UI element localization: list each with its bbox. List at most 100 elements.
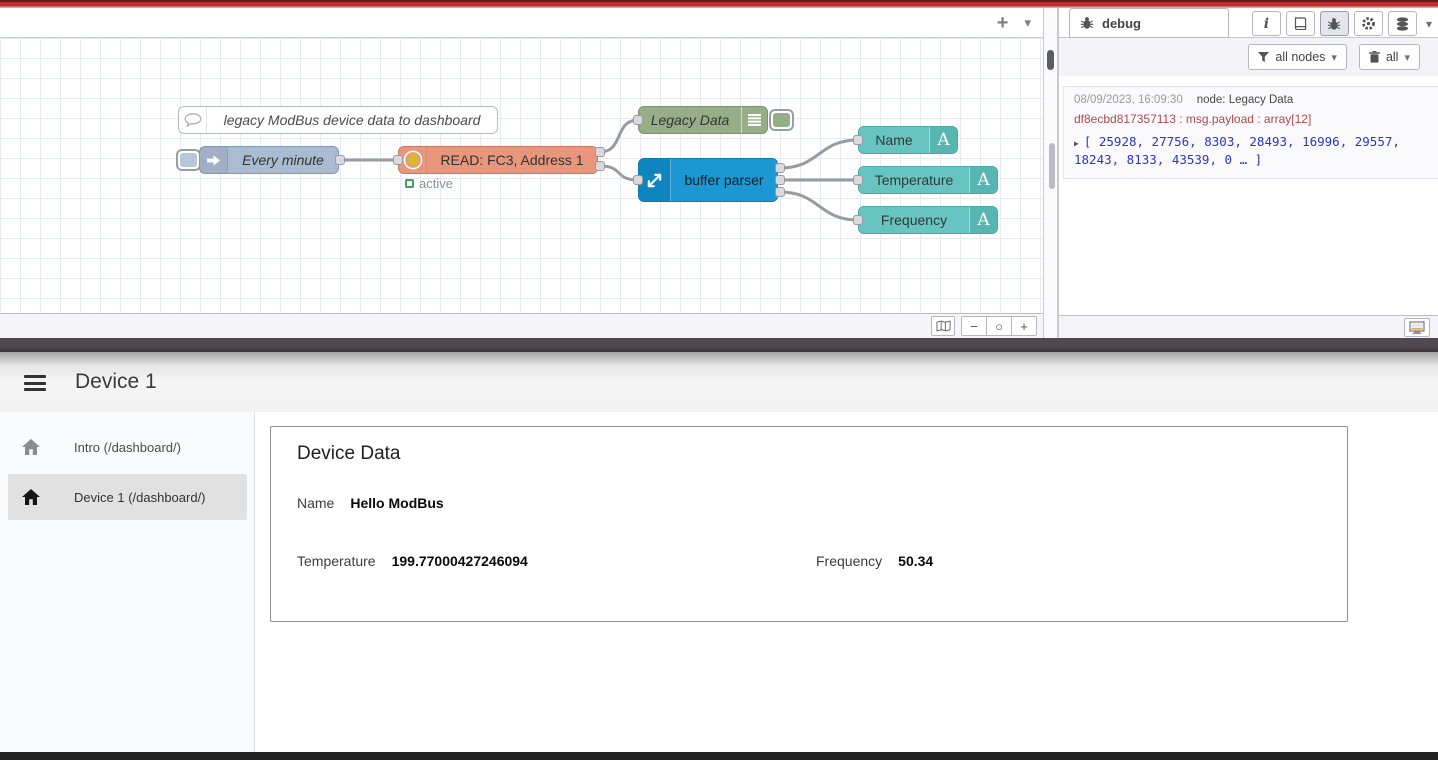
- inject-button-face: [180, 153, 197, 167]
- input-port[interactable]: [853, 135, 863, 145]
- clear-messages-button[interactable]: all ▾: [1359, 44, 1420, 70]
- input-port[interactable]: [853, 215, 863, 225]
- status-green-square-icon: [405, 179, 414, 188]
- filter-nodes-button[interactable]: all nodes ▾: [1248, 44, 1347, 70]
- input-port[interactable]: [633, 115, 643, 125]
- modbus-read-node[interactable]: READ: FC3, Address 1: [398, 146, 598, 174]
- field-frequency: Frequency 50.34: [816, 553, 933, 569]
- input-port[interactable]: [853, 175, 863, 185]
- expand-arrows-icon: [639, 159, 671, 201]
- sidebar-item-intro[interactable]: Intro (/dashboard/): [8, 424, 247, 470]
- hamburger-menu-icon[interactable]: [24, 375, 46, 391]
- info-icon: i: [1264, 16, 1269, 32]
- comment-node[interactable]: legacy ModBus device data to dashboard: [178, 106, 498, 134]
- canvas-scrollbar-thumb[interactable]: [1047, 50, 1054, 70]
- debug-message-list[interactable]: 08/09/2023, 16:09:30 node: Legacy Data d…: [1059, 76, 1438, 315]
- input-port[interactable]: [633, 175, 643, 185]
- message-payload: ▶ [ 25928, 27756, 8303, 28493, 16996, 295…: [1074, 133, 1429, 169]
- payload-line-1: [ 25928, 27756, 8303, 28493, 16996, 2955…: [1084, 134, 1400, 149]
- inject-button[interactable]: [176, 149, 201, 171]
- tab-debug[interactable]: debug: [1069, 8, 1229, 38]
- dashboard-header: Device 1: [0, 352, 1438, 412]
- wire-parser-to-name[interactable]: [780, 140, 858, 168]
- navigator-map-button[interactable]: [931, 316, 955, 336]
- comment-bubble-icon: [179, 107, 207, 133]
- editor-footer: − ○ +: [0, 313, 1043, 338]
- output-port[interactable]: [775, 175, 785, 185]
- ui-text-node-frequency[interactable]: Frequency A: [858, 206, 998, 234]
- zoom-controls: − ○ +: [961, 316, 1037, 336]
- wire-parser-to-frequency[interactable]: [780, 192, 858, 220]
- flow-canvas[interactable]: legacy ModBus device data to dashboard E…: [0, 38, 1043, 313]
- scrollbar-track[interactable]: [1043, 8, 1058, 338]
- debug-node-label: Legacy Data: [639, 112, 741, 128]
- output-port[interactable]: [595, 147, 605, 157]
- output-port[interactable]: [595, 161, 605, 171]
- sidebar-item-device-1[interactable]: Device 1 (/dashboard/): [8, 474, 247, 520]
- window-top-edge: [0, 0, 1438, 8]
- zoom-in-button[interactable]: +: [1011, 316, 1037, 336]
- input-port[interactable]: [393, 155, 403, 165]
- debug-footer: [1059, 315, 1438, 338]
- field-value: 50.34: [898, 553, 933, 569]
- field-temperature: Temperature 199.77000427246094: [297, 553, 528, 569]
- filter-nodes-label: all nodes: [1275, 50, 1325, 64]
- page-title: Device 1: [75, 370, 157, 394]
- zoom-out-button[interactable]: −: [961, 316, 987, 336]
- sidebar-scrollbar-thumb[interactable]: [1049, 143, 1055, 189]
- config-nodes-button[interactable]: [1354, 11, 1383, 36]
- device-data-card: Device Data Name Hello ModBus Temperatur…: [270, 426, 1348, 622]
- ui-text-temperature-label: Temperature: [859, 172, 969, 188]
- debug-messages-button[interactable]: [1320, 11, 1349, 36]
- debug-toggle-face: [773, 113, 790, 127]
- debug-message[interactable]: 08/09/2023, 16:09:30 node: Legacy Data d…: [1063, 86, 1438, 179]
- info-button[interactable]: i: [1252, 11, 1281, 36]
- sidebar-header: debug i ▾: [1059, 8, 1438, 38]
- funnel-icon: [1258, 52, 1269, 62]
- message-timestamp: 08/09/2023, 16:09:30: [1074, 94, 1183, 106]
- expand-payload-arrow-icon[interactable]: ▶: [1074, 139, 1079, 148]
- chevron-down-icon: ▾: [1404, 51, 1410, 64]
- ui-text-node-name[interactable]: Name A: [858, 126, 958, 154]
- node-red-editor: + ▾ legacy ModBus device data to dashboa…: [0, 8, 1438, 338]
- tab-debug-label: debug: [1102, 16, 1141, 31]
- message-source-node[interactable]: node: Legacy Data: [1197, 94, 1294, 106]
- field-label: Temperature: [297, 553, 376, 569]
- ui-text-name-label: Name: [859, 132, 929, 148]
- context-data-button[interactable]: [1388, 11, 1417, 36]
- sidebar-item-label: Intro (/dashboard/): [74, 440, 181, 455]
- modbus-read-node-label: READ: FC3, Address 1: [427, 152, 597, 168]
- wire-read-to-debug[interactable]: [600, 120, 638, 152]
- flow-list-chevron-down-icon[interactable]: ▾: [1024, 15, 1031, 31]
- output-port[interactable]: [335, 155, 345, 165]
- bug-icon: [1327, 17, 1341, 31]
- window-separator: [0, 338, 1438, 352]
- output-port[interactable]: [775, 187, 785, 197]
- inject-node[interactable]: Every minute: [199, 146, 339, 174]
- inject-node-label: Every minute: [228, 152, 338, 168]
- debug-list-icon: [741, 107, 767, 133]
- buffer-parser-node[interactable]: buffer parser: [638, 158, 778, 202]
- zoom-reset-button[interactable]: ○: [986, 316, 1012, 336]
- debug-sidebar: debug i ▾: [1058, 8, 1438, 338]
- ui-text-frequency-label: Frequency: [859, 212, 969, 228]
- home-icon: [22, 439, 42, 455]
- field-value: Hello ModBus: [350, 495, 443, 511]
- screen: + ▾ legacy ModBus device data to dashboa…: [0, 0, 1438, 760]
- ui-text-node-temperature[interactable]: Temperature A: [858, 166, 998, 194]
- message-meta: 08/09/2023, 16:09:30 node: Legacy Data: [1074, 94, 1429, 106]
- monitor-icon: [1409, 321, 1425, 334]
- bug-icon: [1080, 16, 1094, 30]
- debug-toggle-button[interactable]: [769, 109, 794, 131]
- book-icon: [1293, 17, 1307, 30]
- trash-icon: [1369, 51, 1380, 63]
- field-name: Name Hello ModBus: [297, 495, 444, 511]
- add-flow-button[interactable]: +: [997, 13, 1009, 33]
- status-text: active: [419, 176, 453, 191]
- help-book-button[interactable]: [1286, 11, 1315, 36]
- dashboard: Device 1 Intro (/dashboard/) Device 1 (/…: [0, 352, 1438, 752]
- sidebar-menu-chevron-down-icon[interactable]: ▾: [1426, 17, 1432, 31]
- output-port[interactable]: [775, 163, 785, 173]
- debug-node[interactable]: Legacy Data: [638, 106, 768, 134]
- open-debug-window-button[interactable]: [1404, 318, 1430, 337]
